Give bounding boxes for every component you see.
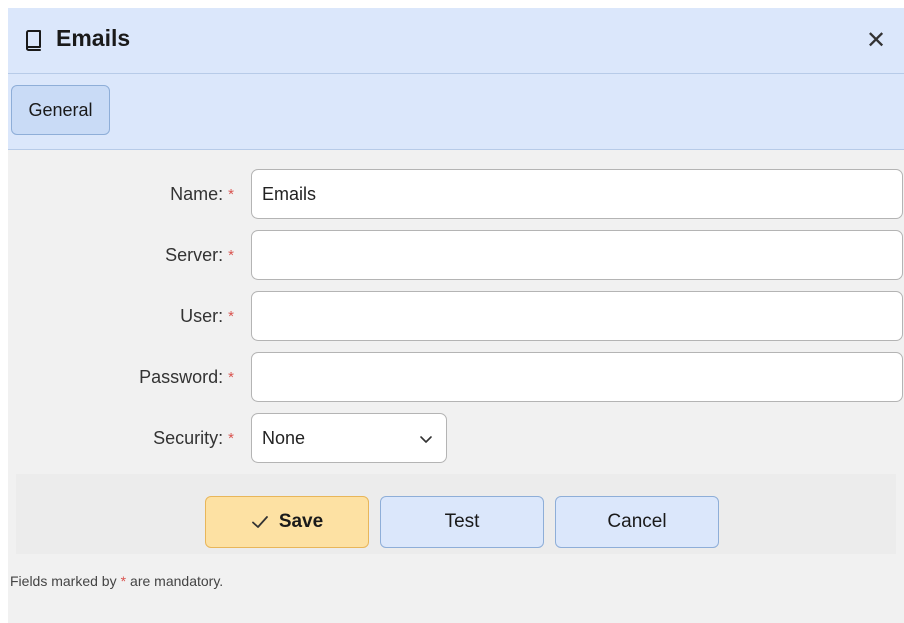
security-label: Security: * bbox=[153, 427, 234, 448]
server-row: Server: * bbox=[8, 230, 904, 280]
server-field[interactable] bbox=[251, 230, 903, 280]
save-button[interactable]: Save bbox=[205, 496, 369, 548]
tab-general[interactable]: General bbox=[11, 85, 110, 135]
required-marker: * bbox=[228, 368, 234, 386]
close-icon[interactable]: ✕ bbox=[862, 26, 890, 54]
server-label: Server: * bbox=[165, 244, 234, 265]
password-field[interactable] bbox=[251, 352, 903, 402]
tab-bar: General bbox=[8, 74, 904, 150]
user-label: User: * bbox=[180, 305, 234, 326]
password-label: Password: * bbox=[139, 366, 234, 387]
user-field[interactable] bbox=[251, 291, 903, 341]
security-select[interactable]: None bbox=[251, 413, 447, 463]
required-marker: * bbox=[228, 307, 234, 325]
security-selected-value: None bbox=[262, 427, 306, 448]
emails-dialog: Emails ✕ General Name: * Server: * User:… bbox=[8, 8, 904, 623]
name-row: Name: * bbox=[8, 169, 904, 219]
dialog-title: Emails bbox=[56, 25, 131, 51]
chevron-down-icon bbox=[418, 431, 434, 447]
cancel-button[interactable]: Cancel bbox=[555, 496, 719, 548]
name-label: Name: * bbox=[170, 183, 234, 204]
name-field[interactable] bbox=[251, 169, 903, 219]
user-row: User: * bbox=[8, 291, 904, 341]
save-label: Save bbox=[278, 511, 324, 532]
password-row: Password: * bbox=[8, 352, 904, 402]
required-marker: * bbox=[120, 573, 127, 589]
dialog-titlebar: Emails ✕ bbox=[8, 8, 904, 74]
required-marker: * bbox=[228, 185, 234, 203]
mandatory-note: Fields marked by * are mandatory. bbox=[10, 573, 224, 589]
required-marker: * bbox=[228, 246, 234, 264]
check-icon bbox=[251, 513, 269, 531]
security-row: Security: * None bbox=[8, 413, 904, 463]
test-button[interactable]: Test bbox=[380, 496, 544, 548]
book-icon bbox=[22, 28, 46, 52]
required-marker: * bbox=[228, 429, 234, 447]
